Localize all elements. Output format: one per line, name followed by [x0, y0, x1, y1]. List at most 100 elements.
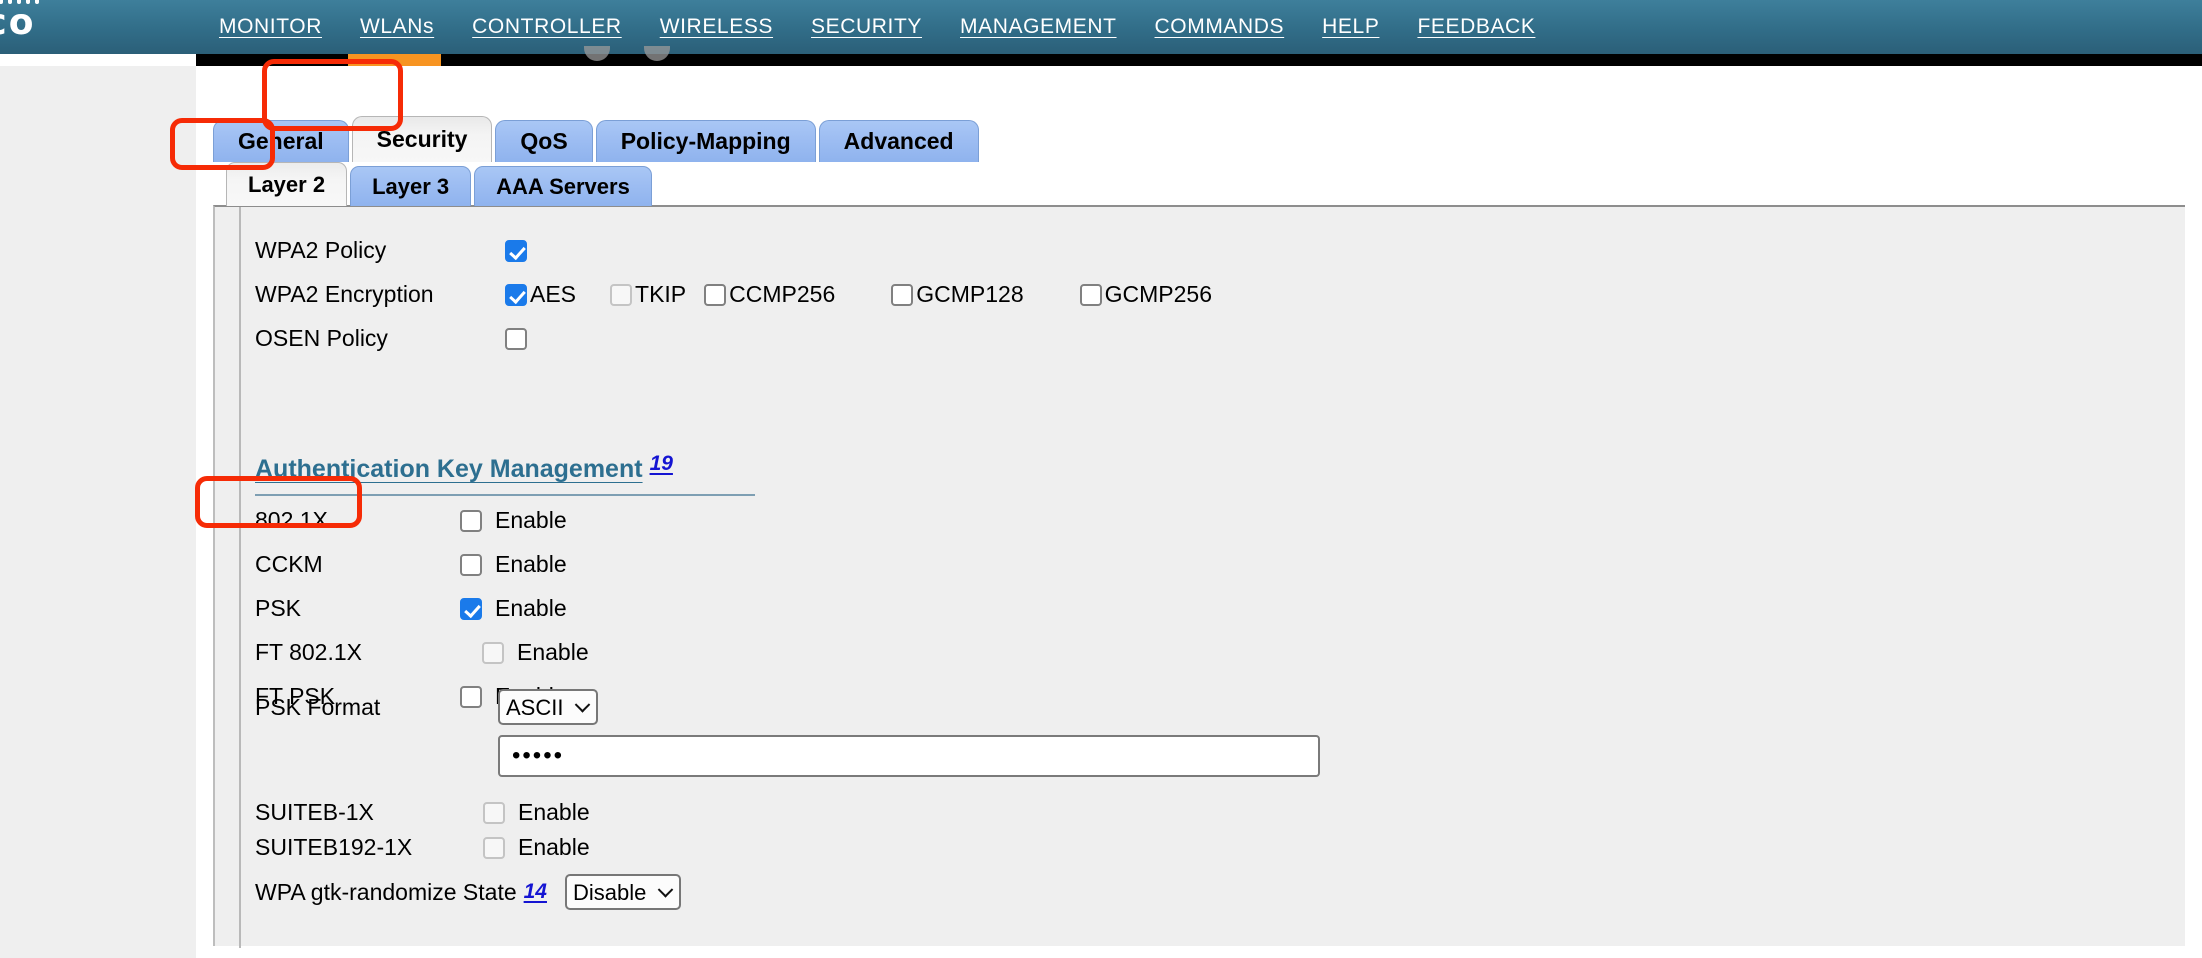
checkbox-osen-policy[interactable] [505, 327, 527, 350]
enable-label: Enable [518, 834, 590, 860]
label-802-1x: 802.1X [255, 507, 328, 533]
row-suiteb-1x: SUITEB-1X Enable [255, 799, 590, 826]
subtab-aaa-servers[interactable]: AAA Servers [474, 166, 652, 206]
row-wpa2-encryption: WPA2 Encryption AES TKIP CCMP256 GCMP128 GCM… [255, 281, 1212, 308]
akm-rule [255, 494, 755, 496]
label-gtk-randomize: WPA gtk-randomize State [255, 878, 517, 905]
tab-general[interactable]: General [213, 120, 349, 162]
nav-link-feedback[interactable]: FEEDBACK [1398, 15, 1554, 39]
main-content: General Security QoS Policy-Mapping Advanced… [196, 66, 2202, 958]
psk-value-input[interactable] [498, 735, 1320, 777]
row-osen-policy: OSEN Policy [255, 325, 527, 352]
nav-link-monitor[interactable]: MONITOR [200, 15, 341, 39]
top-navigation-bar: sco MONITORWLANsCONTROLLERWIRELESSSECURI… [0, 0, 2202, 54]
row-psk-value [255, 735, 1320, 777]
label-suiteb192-1x: SUITEB192-1X [255, 834, 413, 860]
encryption-option-tkip: TKIP [610, 281, 686, 308]
row-gtk-randomize: WPA gtk-randomize State 14 DisableEnable [255, 874, 681, 910]
cisco-wlc-page: sco MONITORWLANsCONTROLLERWIRELESSSECURI… [0, 0, 2202, 958]
label-wpa2-policy: WPA2 Policy [255, 237, 387, 263]
nav-link-wlans[interactable]: WLANs [341, 15, 453, 39]
tab-label: Advanced [843, 128, 954, 154]
nav-link-controller[interactable]: CONTROLLER [453, 15, 641, 39]
akm-help-link[interactable]: 19 [650, 452, 673, 475]
tab-label: Security [376, 126, 468, 152]
encryption-option-ccmp256: CCMP256 [704, 281, 835, 308]
secondary-tab-bar: Layer 2 Layer 3 AAA Servers [226, 162, 655, 206]
label-gcmp256: GCMP256 [1104, 281, 1213, 307]
label-aes: AES [530, 281, 577, 307]
label-psk: PSK [255, 595, 302, 621]
checkbox-802-1x[interactable] [460, 509, 482, 532]
row-akm-cckm: CCKM Enable [255, 551, 567, 578]
sidebar: ed [0, 66, 196, 958]
checkbox-gcmp128[interactable] [891, 283, 914, 306]
tab-advanced[interactable]: Advanced [818, 120, 979, 162]
row-akm-ft-802-1x: FT 802.1X Enable [255, 639, 589, 666]
tab-security[interactable]: Security [351, 116, 493, 162]
nav-strip-left-gap [0, 54, 196, 66]
checkbox-gcmp256[interactable] [1079, 283, 1102, 306]
label-psk-format: PSK Format [255, 693, 381, 720]
row-suiteb192-1x: SUITEB192-1X Enable [255, 834, 590, 861]
enable-label: Enable [517, 639, 589, 665]
checkbox-ft-802-1x[interactable] [482, 641, 504, 664]
enable-label: Enable [495, 507, 567, 533]
checkbox-psk[interactable] [460, 597, 482, 620]
label-osen-policy: OSEN Policy [255, 325, 388, 351]
label-wpa2-encryption: WPA2 Encryption [255, 281, 434, 307]
tab-label: Policy-Mapping [620, 128, 791, 154]
nav-underline-strip [0, 54, 2202, 66]
tab-qos[interactable]: QoS [495, 120, 593, 162]
tab-label: QoS [520, 128, 568, 154]
row-akm-802-1x: 802.1X Enable [255, 507, 567, 534]
checkbox-cckm[interactable] [460, 553, 482, 576]
enable-label: Enable [495, 551, 567, 577]
checkbox-aes[interactable] [505, 283, 527, 306]
gtk-randomize-select[interactable]: DisableEnable [564, 874, 681, 910]
primary-tab-bar: General Security QoS Policy-Mapping Advanced [213, 116, 982, 162]
panel-left-divider [239, 207, 241, 948]
enable-label: Enable [518, 799, 590, 825]
layer2-settings-panel: WPA2 Policy WPA2 Encryption AES TKIP CCMP2… [213, 205, 2185, 948]
gtk-select-wrap: DisableEnable [564, 874, 681, 910]
akm-title: Authentication Key Management [255, 455, 643, 483]
subtab-layer-3[interactable]: Layer 3 [350, 166, 472, 206]
checkbox-wpa2-policy[interactable] [505, 239, 527, 262]
label-gcmp128: GCMP128 [916, 281, 1024, 307]
label-cckm: CCKM [255, 551, 323, 577]
top-nav-links: MONITOR WLANs CONTROLLER WIRELESS SECURITY MA… [200, 0, 1554, 54]
psk-format-select[interactable]: ASCIIHEX [498, 689, 598, 725]
label-suiteb-1x: SUITEB-1X [255, 799, 374, 825]
encryption-option-gcmp256: GCMP256 [1079, 281, 1213, 308]
label-ft-802-1x: FT 802.1X [255, 639, 362, 665]
active-nav-indicator [348, 54, 441, 66]
encryption-option-gcmp128: GCMP128 [891, 281, 1024, 308]
row-akm-psk: PSK Enable [255, 595, 567, 622]
cisco-logo-text: sco [0, 2, 36, 43]
subtab-layer-2[interactable]: Layer 2 [226, 162, 348, 206]
checkbox-tkip[interactable] [610, 283, 633, 306]
tab-label: General [238, 128, 324, 154]
akm-heading: Authentication Key Management 19 [255, 452, 755, 484]
psk-format-select-wrap: ASCIIHEX [498, 689, 598, 725]
row-wpa2-policy: WPA2 Policy [255, 237, 527, 264]
subtab-label: Layer 3 [372, 173, 450, 199]
enable-label: Enable [495, 595, 567, 621]
wpa2-encryption-options: AES TKIP CCMP256 GCMP128 GCMP256 [505, 281, 1212, 308]
checkbox-ccmp256[interactable] [704, 283, 727, 306]
nav-link-commands[interactable]: COMMANDS [1136, 15, 1304, 39]
gtk-help-link[interactable]: 14 [524, 880, 547, 904]
label-ccmp256: CCMP256 [729, 281, 836, 307]
subtab-label: Layer 2 [248, 171, 326, 197]
nav-link-help[interactable]: HELP [1303, 15, 1398, 39]
checkbox-suiteb192-1x[interactable] [483, 836, 505, 859]
encryption-option-aes: AES [505, 281, 576, 308]
label-tkip: TKIP [635, 281, 687, 307]
nav-link-management[interactable]: MANAGEMENT [941, 15, 1136, 39]
tab-policy-mapping[interactable]: Policy-Mapping [595, 120, 816, 162]
checkbox-suiteb-1x[interactable] [483, 801, 505, 824]
subtab-label: AAA Servers [496, 173, 630, 199]
nav-link-wireless[interactable]: WIRELESS [641, 15, 792, 39]
nav-link-security[interactable]: SECURITY [792, 15, 941, 39]
